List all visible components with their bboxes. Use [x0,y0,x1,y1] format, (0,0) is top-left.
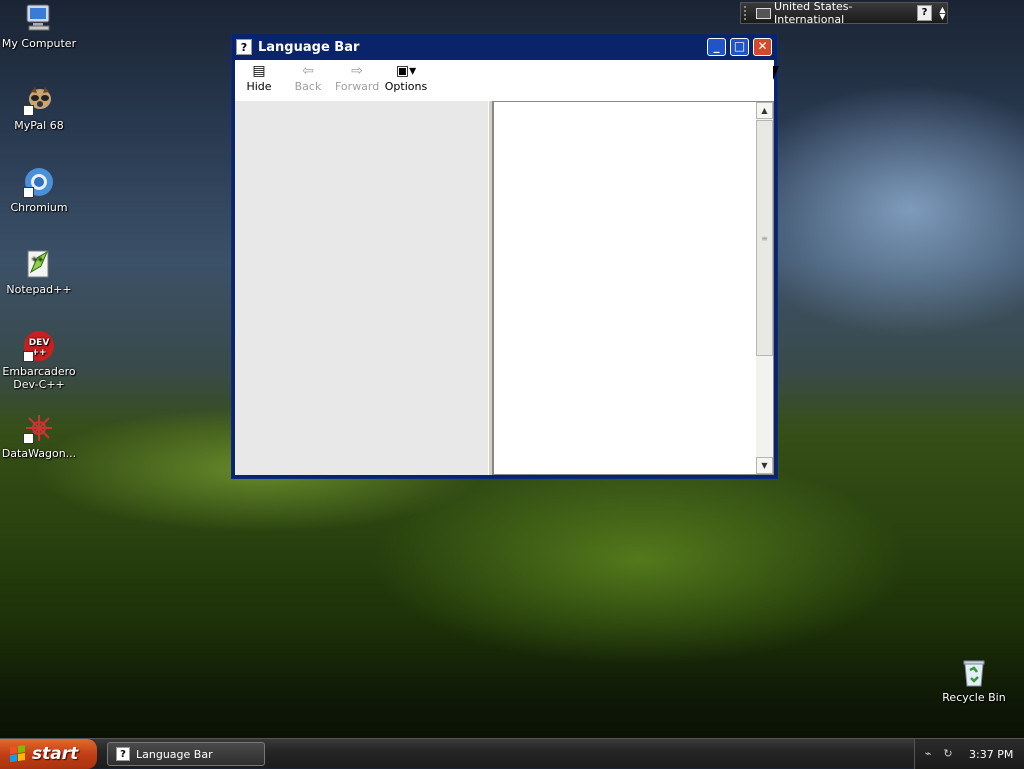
svg-text:++: ++ [31,255,43,263]
start-label: start [32,744,79,764]
devcpp-icon: DEV ++ [23,330,55,362]
datawagon-icon [23,412,55,444]
drag-grip-icon[interactable] [744,6,753,20]
back-arrow-icon: ⇦ [302,63,314,79]
close-button[interactable]: ✕ [753,38,772,56]
minimize-button[interactable]: _ [707,38,726,56]
desktop-icon-label: Notepad++ [6,283,72,296]
shortcut-arrow-icon [23,433,34,444]
hide-pane-icon: ▤ [252,63,266,79]
taskbar-button-label: Language Bar [136,747,213,761]
mouse-pointer-icon [773,66,779,80]
desktop-icon-label: Recycle Bin [942,691,1006,704]
hide-button[interactable]: ▤ Hide [237,62,281,93]
window-client-area: ▤ Hide ⇦ Back ⇨ Forward ▣▾ Options ▲ ≡ ▼ [235,60,774,475]
desktop-icon-notepadpp[interactable]: ++ Notepad++ [0,248,78,296]
desktop-icon-label: Embarcadero Dev-C++ [2,365,76,391]
desktop-icon-label: Chromium [10,201,68,214]
taskbar-button-language-bar[interactable]: ? Language Bar [107,742,265,766]
desktop-icon-recycle-bin[interactable]: Recycle Bin [935,656,1013,704]
keyboard-icon [756,7,772,19]
title-bar[interactable]: ? Language Bar _ □ ✕ [232,34,777,60]
window-title: Language Bar [258,39,360,55]
language-bar-options-button[interactable]: ▲ ▼ [938,6,947,21]
shortcut-arrow-icon [23,351,34,362]
shortcut-arrow-icon [23,105,34,116]
maximize-button[interactable]: □ [730,38,749,56]
scroll-thumb[interactable]: ≡ [756,120,773,356]
language-bar-help-window: ? Language Bar _ □ ✕ ▤ Hide ⇦ Back ⇨ For… [231,33,778,479]
topic-pane[interactable]: ▲ ≡ ▼ [493,101,774,475]
system-tray: ⌁ ↻ 3:37 PM [914,739,1024,769]
toolbar: ▤ Hide ⇦ Back ⇨ Forward ▣▾ Options [235,60,774,100]
notepadpp-icon: ++ [23,248,55,280]
desktop-icon-label: DataWagon... [1,447,77,460]
safely-remove-hardware-icon[interactable]: ↻ [941,747,955,761]
vertical-scrollbar[interactable]: ▲ ≡ ▼ [756,102,773,474]
back-button[interactable]: ⇦ Back [286,62,330,93]
taskbar: start ? Language Bar ⌁ ↻ 3:37 PM [0,738,1024,769]
options-icon: ▣▾ [395,63,417,79]
desktop-icon-label: My Computer [1,37,77,50]
chromium-icon [23,166,55,198]
desktop-icon-datawagon[interactable]: DataWagon... [0,412,78,460]
desktop-icon-mypal[interactable]: MyPal 68 [0,84,78,132]
clock[interactable]: 3:37 PM [969,748,1013,761]
start-button[interactable]: start [0,739,97,769]
scroll-up-button[interactable]: ▲ [756,102,773,119]
hide-label: Hide [246,80,272,93]
shortcut-arrow-icon [23,187,34,198]
desktop-icon-chromium[interactable]: Chromium [0,166,78,214]
options-label: Options [384,80,428,93]
desktop-icon-label: MyPal 68 [14,119,64,132]
mypal-browser-icon [23,84,55,116]
desktop-icon-devcpp[interactable]: DEV ++ Embarcadero Dev-C++ [0,330,78,391]
help-icon[interactable]: ? [917,5,932,21]
forward-label: Forward [335,80,380,93]
forward-button[interactable]: ⇨ Forward [335,62,379,93]
desktop-icon-my-computer[interactable]: My Computer [0,2,78,50]
network-icon[interactable]: ⌁ [921,747,935,761]
recycle-bin-icon [958,656,990,688]
help-icon: ? [236,39,252,55]
back-label: Back [294,80,322,93]
input-language-label[interactable]: United States-International [774,0,909,26]
computer-icon [23,2,55,34]
svg-text:DEV: DEV [29,338,50,348]
options-button[interactable]: ▣▾ Options [384,62,428,93]
forward-arrow-icon: ⇨ [351,63,363,79]
help-icon: ? [116,747,130,761]
windows-flag-icon [10,745,26,763]
scroll-down-button[interactable]: ▼ [756,457,773,474]
language-bar[interactable]: United States-International ? ▲ ▼ [740,0,948,26]
navigation-pane[interactable] [235,101,488,475]
